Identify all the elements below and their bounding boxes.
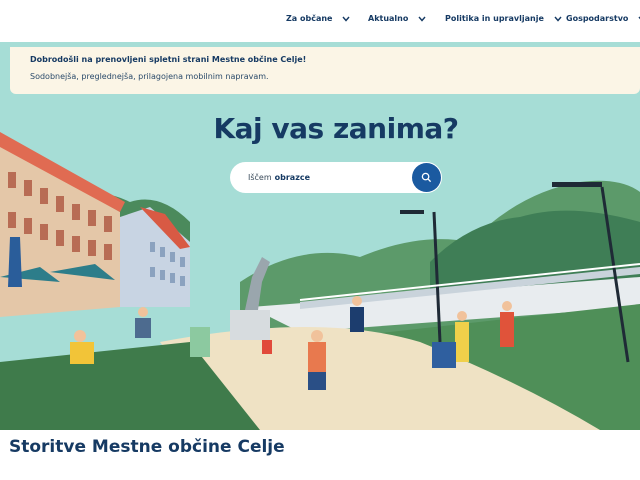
city-scene-illustration [0, 42, 640, 430]
nav-item-politika[interactable]: Politika in upravljanje [445, 14, 564, 23]
hero-illustration [0, 42, 640, 430]
chevron-down-icon [418, 15, 428, 23]
top-navigation: Za občane Aktualno Politika in upravljan… [0, 0, 640, 42]
services-section-title: Storitve Mestne občine Celje [9, 437, 285, 457]
nav-item-label: Aktualno [368, 14, 409, 23]
nav-item-label: Politika in upravljanje [445, 14, 544, 23]
chevron-down-icon [342, 15, 352, 23]
search-button[interactable] [412, 163, 441, 192]
welcome-notice: Dobrodošli na prenovljeni spletni strani… [10, 47, 640, 94]
notice-title: Dobrodošli na prenovljeni spletni strani… [30, 55, 307, 64]
hero-headline: Kaj vas zanima? [213, 112, 459, 145]
search-prefix: Iščem [248, 173, 272, 182]
nav-item-gospodarstvo[interactable]: Gospodarstvo [566, 14, 640, 23]
nav-item-label: Gospodarstvo [566, 14, 629, 23]
search-bar[interactable]: Iščem obrazce [230, 162, 442, 193]
nav-item-aktualno[interactable]: Aktualno [368, 14, 428, 23]
nav-item-za-obcane[interactable]: Za občane [286, 14, 352, 23]
nav-item-label: Za občane [286, 14, 333, 23]
chevron-down-icon [554, 15, 564, 23]
notice-text: Sodobnejša, preglednejša, prilagojena mo… [30, 72, 269, 81]
search-input[interactable]: obrazce [275, 173, 310, 182]
search-icon [421, 172, 432, 183]
